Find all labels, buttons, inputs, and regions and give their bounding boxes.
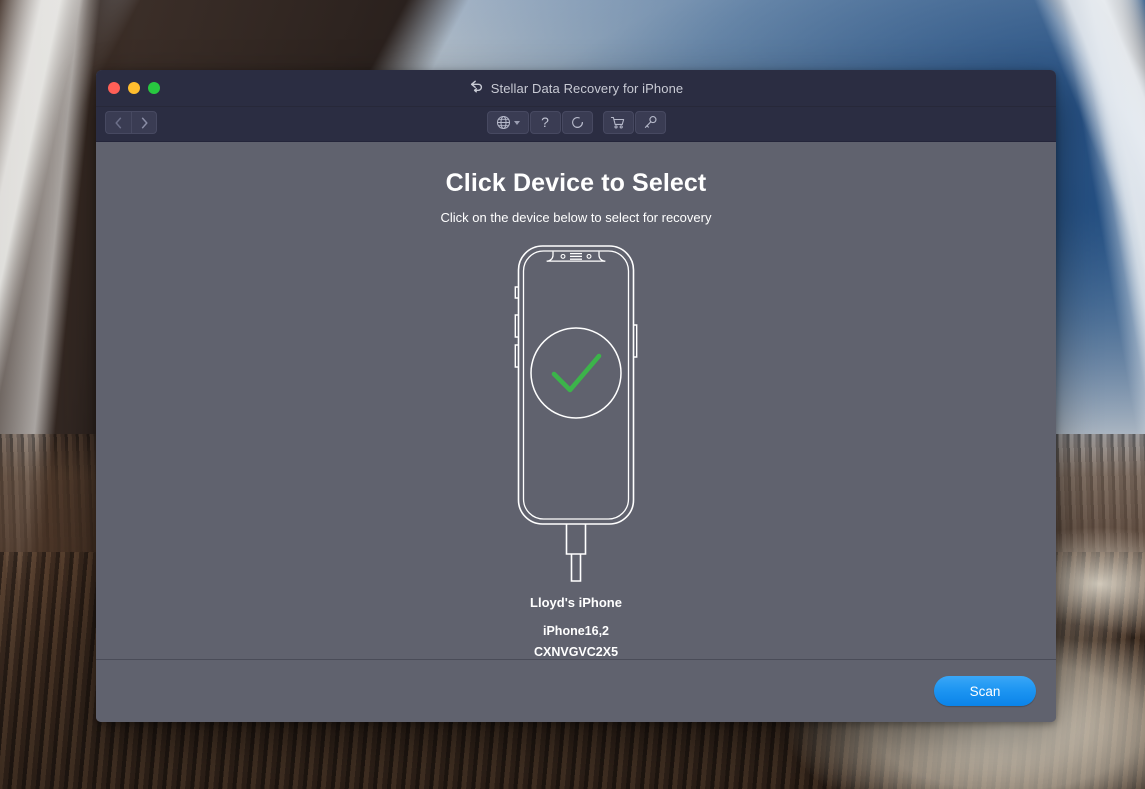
key-icon	[644, 116, 657, 128]
window-title: Stellar Data Recovery for iPhone	[490, 81, 684, 96]
toolbar: ?	[96, 107, 1056, 142]
application-window: Stellar Data Recovery for iPhone ? Click…	[96, 70, 1056, 722]
toolbar-cluster-left: ?	[486, 111, 593, 134]
maximize-button[interactable]	[148, 82, 160, 94]
minimize-button[interactable]	[128, 82, 140, 94]
green-checkmark-icon	[551, 353, 602, 393]
shopping-cart-icon	[610, 116, 625, 129]
help-button[interactable]: ?	[529, 111, 561, 134]
device-serial: CXNVGVC2X5	[533, 645, 619, 659]
window-title-group: Stellar Data Recovery for iPhone	[96, 70, 1056, 107]
page-title: Click Device to Select	[445, 169, 707, 197]
svg-text:?: ?	[541, 115, 549, 130]
recovery-arrow-icon	[469, 80, 484, 98]
refresh-button[interactable]	[561, 111, 593, 134]
desktop-wallpaper: Stellar Data Recovery for iPhone ? Click…	[0, 0, 1145, 789]
device-info: Lloyd's iPhone iPhone16,2 CXNVGVC2X5	[530, 595, 622, 659]
close-button[interactable]	[108, 82, 120, 94]
window-controls	[108, 82, 160, 94]
buy-now-button[interactable]	[602, 111, 634, 134]
globe-icon	[496, 115, 510, 130]
page-subtitle: Click on the device below to select for …	[440, 210, 712, 225]
chevron-down-icon	[513, 120, 520, 125]
scan-button[interactable]: Scan	[934, 676, 1036, 706]
device-model: iPhone16,2	[543, 624, 609, 638]
question-mark-icon: ?	[541, 115, 549, 130]
activate-key-button[interactable]	[634, 111, 666, 134]
refresh-icon	[571, 117, 583, 128]
language-globe-button[interactable]	[486, 111, 529, 134]
status-circle	[530, 327, 622, 419]
device-name: Lloyd's iPhone	[530, 595, 622, 610]
footer-bar: Scan	[96, 659, 1056, 722]
window-titlebar[interactable]: Stellar Data Recovery for iPhone	[96, 70, 1056, 107]
main-content: Click Device to Select Click on the devi…	[96, 142, 1056, 659]
toolbar-cluster-right	[602, 111, 666, 134]
iphone-illustration	[514, 245, 638, 582]
toolbar-buttons: ?	[96, 111, 1056, 134]
device-card[interactable]: Lloyd's iPhone iPhone16,2 CXNVGVC2X5	[506, 243, 646, 659]
